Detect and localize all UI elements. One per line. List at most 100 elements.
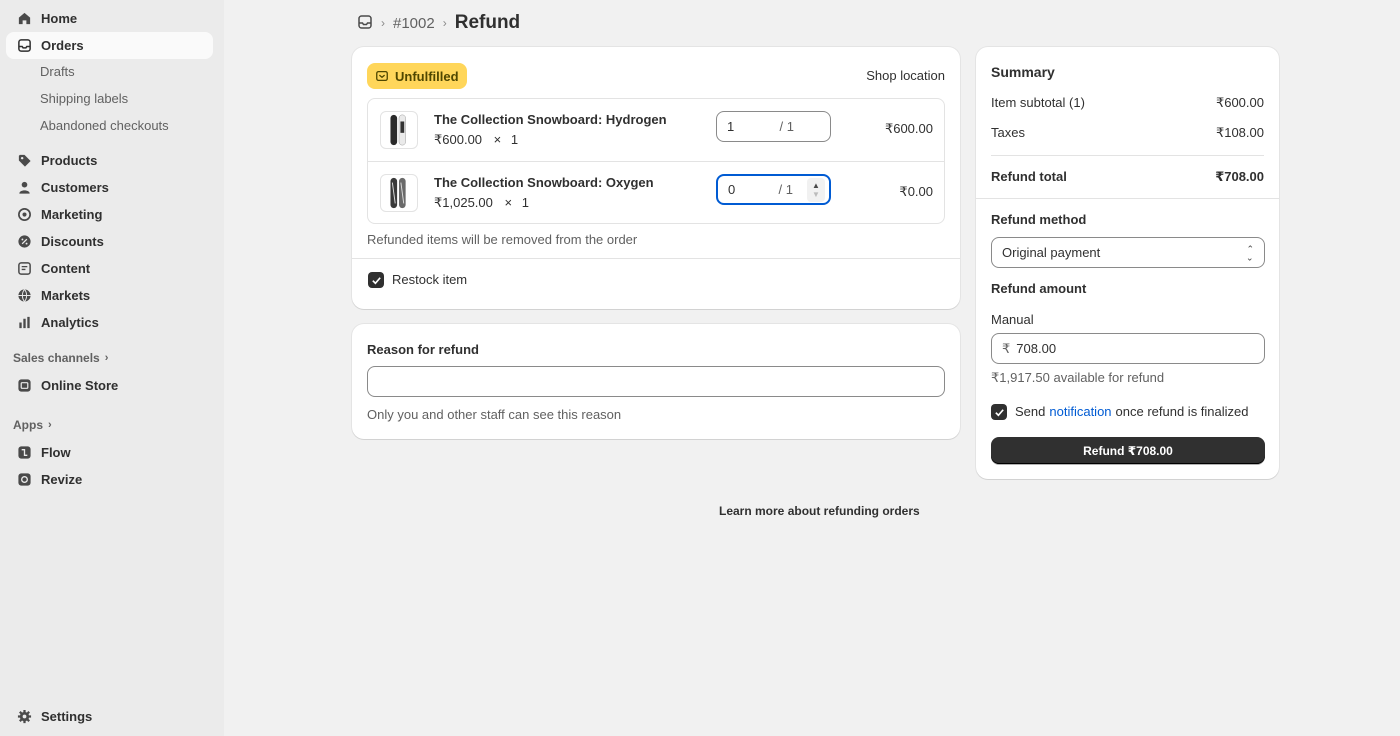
refund-total-value: ₹708.00: [1215, 169, 1264, 184]
sidebar-item-orders[interactable]: Orders: [6, 32, 213, 59]
orders-icon[interactable]: [357, 14, 373, 33]
line-items: The Collection Snowboard: Hydrogen ₹600.…: [367, 98, 945, 224]
taxes-row: Taxes ₹108.00: [991, 125, 1264, 141]
sidebar-item-customers[interactable]: Customers: [6, 174, 213, 201]
sidebar-item-content[interactable]: Content: [6, 255, 213, 282]
refund-method-label: Refund method: [991, 212, 1087, 227]
sidebar-item-shipping-labels[interactable]: Shipping labels: [40, 91, 128, 106]
taxes-label: Taxes: [991, 125, 1025, 140]
sidebar-item-label: Customers: [41, 180, 109, 195]
item-name[interactable]: The Collection Snowboard: Oxygen: [434, 175, 654, 190]
subtotal-value: ₹600.00: [1215, 95, 1264, 110]
refund-amount-label: Refund amount: [991, 281, 1087, 296]
apps-header[interactable]: Apps ›: [13, 418, 52, 432]
summary-card: Summary Item subtotal (1) ₹600.00 Taxes …: [976, 47, 1279, 479]
sales-channels-header[interactable]: Sales channels ›: [13, 351, 108, 365]
quantity-value: 0: [728, 182, 736, 197]
chevron-right-icon: ›: [104, 352, 109, 364]
quantity-value: 1: [727, 119, 735, 134]
item-name[interactable]: The Collection Snowboard: Hydrogen: [434, 112, 667, 127]
inbox-icon: [16, 38, 32, 54]
learn-more-link[interactable]: Learn more about refunding orders: [719, 504, 920, 518]
sidebar-item-products[interactable]: Products: [6, 147, 213, 174]
available-note: ₹1,917.50 available for refund: [991, 370, 1165, 385]
reason-card: Reason for refund Only you and other sta…: [352, 324, 960, 439]
taxes-value: ₹108.00: [1215, 125, 1264, 140]
refund-method-select[interactable]: Original payment ⌃ ⌃: [991, 237, 1265, 268]
section-label: Apps: [13, 418, 43, 432]
notification-link[interactable]: notification: [1049, 404, 1111, 419]
select-value: Original payment: [1002, 245, 1101, 260]
sidebar-item-label: Products: [41, 153, 98, 168]
line-item: The Collection Snowboard: Oxygen ₹1,025.…: [368, 161, 944, 223]
badge-label: Unfulfilled: [395, 68, 459, 84]
refund-quantity-input[interactable]: 1 / 1: [716, 111, 831, 142]
times-sign: ×: [493, 132, 502, 147]
notify-checkbox[interactable]: [991, 404, 1007, 420]
line-item: The Collection Snowboard: Hydrogen ₹600.…: [368, 99, 944, 161]
refund-total-row: Refund total ₹708.00: [991, 169, 1264, 185]
chevron-right-icon: ›: [442, 16, 447, 30]
quantity-stepper[interactable]: ▲ ▼: [807, 178, 825, 202]
sidebar-item-drafts[interactable]: Drafts: [40, 64, 75, 79]
sidebar-item-markets[interactable]: Markets: [6, 282, 213, 309]
removed-note: Refunded items will be removed from the …: [367, 232, 638, 247]
manual-label: Manual: [991, 312, 1034, 327]
times-sign: ×: [504, 195, 513, 210]
restock-label[interactable]: Restock item: [392, 272, 467, 287]
content-icon: [16, 261, 32, 277]
flow-icon: [16, 445, 32, 461]
sidebar-item-label: Online Store: [41, 378, 119, 393]
sidebar: Home Orders Drafts Shipping labels Aband…: [0, 0, 224, 736]
notify-suffix: once refund is finalized: [1115, 404, 1249, 419]
chevron-down-icon[interactable]: ▼: [812, 190, 820, 199]
notify-prefix: Send: [1015, 404, 1046, 419]
summary-title: Summary: [991, 64, 1055, 80]
amount-value: 708.00: [1016, 341, 1057, 356]
notify-label: Send notification once refund is finaliz…: [1015, 404, 1264, 419]
revize-icon: [16, 472, 32, 488]
breadcrumb-order-link[interactable]: #1002: [393, 15, 435, 32]
breadcrumb: › #1002 › Refund: [357, 10, 520, 36]
chevron-up-icon[interactable]: ▲: [812, 181, 820, 190]
sidebar-item-online-store[interactable]: Online Store: [6, 372, 213, 399]
sidebar-item-flow[interactable]: Flow: [6, 439, 213, 466]
unfulfilled-badge: Unfulfilled: [367, 63, 467, 89]
reason-label: Reason for refund: [367, 342, 479, 357]
refund-button[interactable]: Refund ₹708.00: [991, 437, 1265, 464]
item-price: ₹1,025.00 × 1: [434, 195, 529, 211]
globe-icon: [16, 288, 32, 304]
sidebar-item-analytics[interactable]: Analytics: [6, 309, 213, 336]
refund-quantity-input[interactable]: 0 / 1 ▲ ▼: [716, 174, 831, 205]
sidebar-item-discounts[interactable]: Discounts: [6, 228, 213, 255]
sidebar-item-label: Analytics: [41, 315, 99, 330]
store-icon: [16, 378, 32, 394]
unit-price: ₹1,025.00: [434, 195, 493, 210]
sidebar-item-home[interactable]: Home: [6, 5, 213, 32]
sidebar-item-label: Marketing: [41, 207, 103, 222]
section-label: Sales channels: [13, 351, 100, 365]
subtotal-row: Item subtotal (1) ₹600.00: [991, 95, 1264, 111]
refund-amount-input[interactable]: ₹ 708.00: [991, 333, 1265, 364]
sidebar-item-settings[interactable]: Settings: [6, 703, 213, 730]
quantity-max: / 1: [779, 119, 794, 134]
restock-checkbox[interactable]: [368, 272, 384, 288]
reason-input[interactable]: [367, 366, 945, 397]
currency-prefix: ₹: [1002, 340, 1011, 356]
page-title: Refund: [454, 12, 521, 33]
subtotal-label: Item subtotal (1): [991, 95, 1085, 110]
item-quantity: 1: [521, 195, 529, 210]
sidebar-item-abandoned-checkouts[interactable]: Abandoned checkouts: [40, 118, 169, 133]
person-icon: [16, 180, 32, 196]
product-thumbnail: [380, 174, 418, 212]
sidebar-item-label: Settings: [41, 709, 93, 724]
refund-total-label: Refund total: [991, 169, 1067, 184]
item-refund-total: ₹600.00: [884, 121, 933, 136]
target-icon: [16, 207, 32, 223]
unfulfilled-icon: [376, 70, 388, 82]
chevron-right-icon: ›: [381, 16, 385, 30]
sidebar-item-marketing[interactable]: Marketing: [6, 201, 213, 228]
sidebar-item-revize[interactable]: Revize: [6, 466, 213, 493]
quantity-max: / 1: [778, 182, 793, 197]
sidebar-item-label: Orders: [41, 38, 84, 53]
